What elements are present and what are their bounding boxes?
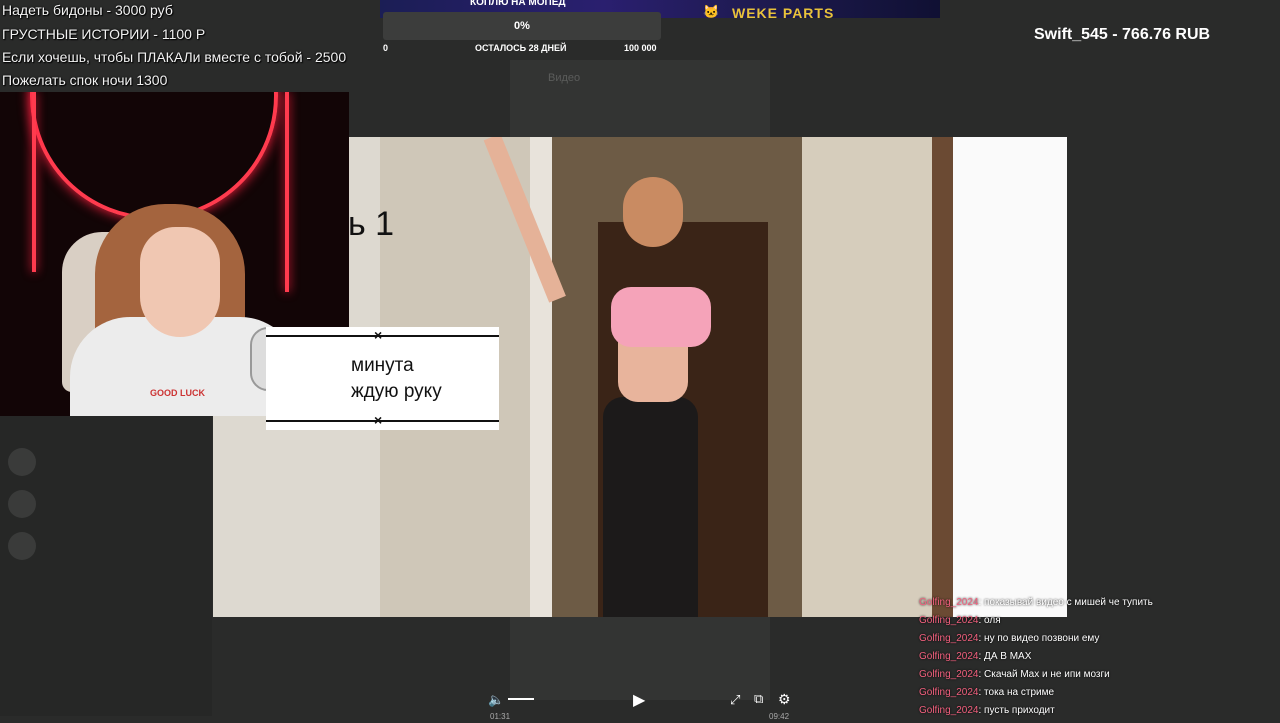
chat-message: Golfing_2024: тока на стриме <box>919 687 1259 705</box>
background-window-title: Видео <box>548 72 581 84</box>
chat-message: Golfing_2024: оля <box>919 615 1259 633</box>
donation-line: Надеть бидоны - 3000 руб <box>2 2 173 18</box>
chat-username: Golfing_2024 <box>919 615 979 626</box>
caption-divider <box>266 335 499 337</box>
goal-days-left: ОСТАЛОСЬ 28 ДНЕЙ <box>475 43 567 53</box>
video-caption-large: ь 1 <box>348 205 395 243</box>
volume-slider[interactable] <box>508 698 534 700</box>
chat-text: : оля <box>978 615 1001 626</box>
pip-icon[interactable]: ⧉ <box>754 691 763 707</box>
cat-icon: 🐱 <box>703 4 720 19</box>
video-trim <box>932 137 953 617</box>
goal-title: КОПЛЮ НА МОПЕД <box>470 0 566 8</box>
video-white-door <box>953 137 1067 617</box>
caption-x-mark: × <box>374 412 383 428</box>
video-caption-box: × минута ждую руку × <box>266 327 499 430</box>
chat-username: Golfing_2024 <box>919 687 979 698</box>
chat-message: Golfing_2024: ДА В MAX <box>919 651 1259 669</box>
chat-text: : ну по видео позвони ему <box>978 633 1100 644</box>
donation-line: Пожелать спок ночи 1300 <box>2 72 168 88</box>
fullscreen-icon[interactable]: ⤢ <box>730 692 740 708</box>
chat-username: Golfing_2024 <box>919 597 979 608</box>
video-person-head <box>623 177 683 247</box>
background-left-panel <box>0 416 212 716</box>
chat-username: Golfing_2024 <box>919 705 979 716</box>
chat-message: Golfing_2024: показывай видео с мишей че… <box>919 597 1259 615</box>
chat-message: Golfing_2024: Скачай Max и не ипи мозги <box>919 669 1259 687</box>
background-icon <box>8 532 36 560</box>
chat-message: Golfing_2024: пусть приходит <box>919 705 1259 723</box>
caption-divider <box>266 420 499 422</box>
goal-start-value: 0 <box>383 43 389 53</box>
background-icon <box>8 448 36 476</box>
goal-target-value: 100 000 <box>624 43 657 53</box>
chat-text: : пусть приходит <box>978 705 1055 716</box>
settings-icon[interactable]: ⚙ <box>778 691 791 708</box>
neon-light <box>285 92 289 292</box>
chat-message: Golfing_2024: ну по видео позвони ему <box>919 633 1259 651</box>
chat-feed: Golfing_2024: показывай видео с мишей че… <box>919 597 1259 723</box>
banner-text: WEKE PARTS <box>732 5 835 21</box>
goal-progress-bar: 0% <box>383 12 661 40</box>
caption-line: минута <box>351 355 414 376</box>
chat-username: Golfing_2024 <box>919 651 979 662</box>
play-button[interactable]: ▶ <box>633 690 645 710</box>
donation-line: Если хочешь, чтобы ПЛАКАЛи вместе с тобо… <box>2 49 347 65</box>
video-person-top <box>611 287 711 347</box>
video-door-frame <box>530 137 552 617</box>
donation-line: ГРУСТНЫЕ ИСТОРИИ - 1100 Р <box>2 26 206 42</box>
streamer-face <box>140 227 220 337</box>
caption-x-mark: × <box>374 327 383 343</box>
neon-light <box>32 92 36 272</box>
goal-percent: 0% <box>514 20 530 32</box>
video-person-legs <box>603 397 698 617</box>
chat-text: : показывай видео с мишей че тупить <box>978 597 1153 608</box>
volume-icon[interactable]: 🔈 <box>488 692 504 708</box>
chat-username: Golfing_2024 <box>919 669 979 680</box>
chat-text: : ДА В MAX <box>978 651 1032 662</box>
neon-light <box>30 92 278 220</box>
chat-text: : Скачай Max и не ипи мозги <box>978 669 1110 680</box>
chat-text: : тока на стриме <box>978 687 1055 698</box>
video-wall <box>802 137 932 617</box>
shirt-text: GOOD LUCK <box>150 388 205 398</box>
chat-username: Golfing_2024 <box>919 633 979 644</box>
top-donor: Swift_545 - 766.76 RUB <box>1034 26 1211 43</box>
caption-line: ждую руку <box>351 381 442 402</box>
background-icon <box>8 490 36 518</box>
